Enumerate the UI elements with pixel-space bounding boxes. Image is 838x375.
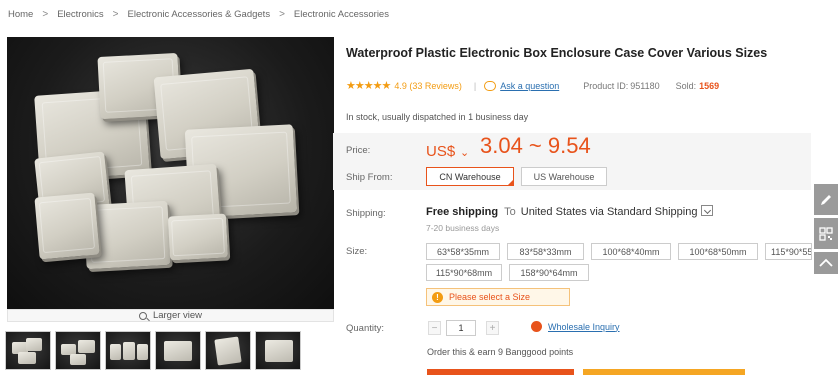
shipping-info: Free shipping To United States via Standar… xyxy=(426,205,714,218)
chevron-down-icon[interactable] xyxy=(701,205,714,216)
breadcrumb-separator-icon: > xyxy=(112,8,119,20)
thumbnail[interactable] xyxy=(5,331,51,370)
product-id-label: Product ID: xyxy=(583,80,629,91)
product-id-value: 951180 xyxy=(630,80,660,91)
reviews-link[interactable]: 4.9 (33 Reviews) xyxy=(394,81,462,91)
size-option[interactable]: 63*58*35mm xyxy=(426,243,500,260)
wholesale-icon xyxy=(531,321,542,332)
shipping-to-text: To xyxy=(504,206,516,218)
ship-from-cn-warehouse[interactable]: CN Warehouse xyxy=(426,167,514,186)
select-size-warning: ! Please select a Size xyxy=(426,288,570,306)
qr-code-tool[interactable] xyxy=(814,218,838,249)
thumbnail[interactable] xyxy=(105,331,151,370)
price-currency: US$ xyxy=(426,143,456,160)
main-product-image[interactable] xyxy=(7,37,334,309)
buy-now-button[interactable] xyxy=(427,369,574,375)
size-option[interactable]: 115*90*55mm xyxy=(765,243,812,260)
thumbnail[interactable] xyxy=(205,331,251,370)
chat-bubble-icon xyxy=(484,80,497,91)
warning-icon: ! xyxy=(432,291,443,303)
enclosure-box-image xyxy=(167,213,229,261)
ask-question-link[interactable]: Ask a question xyxy=(500,81,559,91)
stock-status: In stock, usually dispatched in 1 busine… xyxy=(346,112,529,122)
feedback-tool[interactable] xyxy=(814,184,838,215)
quantity-increment-button[interactable]: + xyxy=(486,321,499,335)
magnifier-icon xyxy=(138,311,147,320)
price-label: Price: xyxy=(346,145,371,156)
chevron-up-icon xyxy=(819,258,833,267)
size-option[interactable]: 158*90*64mm xyxy=(509,264,589,281)
breadcrumb-electronics[interactable]: Electronics xyxy=(57,9,103,20)
size-option[interactable]: 100*68*40mm xyxy=(591,243,671,260)
breadcrumb-separator-icon: > xyxy=(279,8,285,20)
thumbnail[interactable] xyxy=(155,331,201,370)
add-to-cart-button[interactable] xyxy=(583,369,745,375)
ship-from-label: Ship From: xyxy=(346,172,393,183)
size-label: Size: xyxy=(346,246,368,257)
currency-dropdown-icon[interactable]: ⌄ xyxy=(460,146,469,159)
star-rating-icon: ★★★★★ xyxy=(346,80,391,92)
floating-toolbar xyxy=(814,184,838,277)
shipping-label: Shipping: xyxy=(346,208,386,219)
price-range: 3.04 ~ 9.54 xyxy=(480,133,591,158)
quantity-decrement-button[interactable]: − xyxy=(428,321,441,335)
breadcrumb-accessories-gadgets[interactable]: Electronic Accessories & Gadgets xyxy=(128,9,271,20)
breadcrumb-electronic-accessories[interactable]: Electronic Accessories xyxy=(294,9,389,20)
size-option[interactable]: 100*68*50mm xyxy=(678,243,758,260)
rating-row: ★★★★★ 4.9 (33 Reviews) | Ask a question … xyxy=(346,79,719,92)
qr-code-icon xyxy=(819,226,833,241)
breadcrumb: Home > Electronics > Electronic Accessor… xyxy=(8,7,389,21)
thumbnail-strip xyxy=(5,331,301,370)
quantity-input[interactable]: 1 xyxy=(446,320,476,336)
larger-view-button[interactable]: Larger view xyxy=(7,309,334,322)
ship-from-us-warehouse[interactable]: US Warehouse xyxy=(521,167,607,186)
quantity-label: Quantity: xyxy=(346,323,385,334)
size-option[interactable]: 83*58*33mm xyxy=(507,243,584,260)
size-option[interactable]: 115*90*68mm xyxy=(426,264,502,281)
product-title: Waterproof Plastic Electronic Box Enclos… xyxy=(346,46,768,60)
breadcrumb-home[interactable]: Home xyxy=(8,9,33,20)
enclosure-box-image xyxy=(34,192,100,260)
sold-label: Sold: xyxy=(675,80,697,91)
select-size-warning-text: Please select a Size xyxy=(449,292,531,302)
larger-view-label: Larger view xyxy=(152,310,203,321)
points-text: Order this & earn 9 Banggood points xyxy=(427,347,574,357)
shipping-destination[interactable]: United States via Standard Shipping xyxy=(521,206,698,218)
thumbnail[interactable] xyxy=(255,331,301,370)
free-shipping-text: Free shipping xyxy=(426,206,499,218)
sold-count: 1569 xyxy=(699,80,720,91)
wholesale-inquiry-label: Wholesale Inquiry xyxy=(548,321,620,332)
back-to-top-button[interactable] xyxy=(814,252,838,274)
wholesale-inquiry-link[interactable]: Wholesale Inquiry xyxy=(531,321,620,332)
shipping-days: 7-20 business days xyxy=(426,223,500,233)
divider: | xyxy=(473,80,477,91)
thumbnail[interactable] xyxy=(55,331,101,370)
pencil-icon xyxy=(821,194,831,205)
breadcrumb-separator-icon: > xyxy=(42,8,49,20)
